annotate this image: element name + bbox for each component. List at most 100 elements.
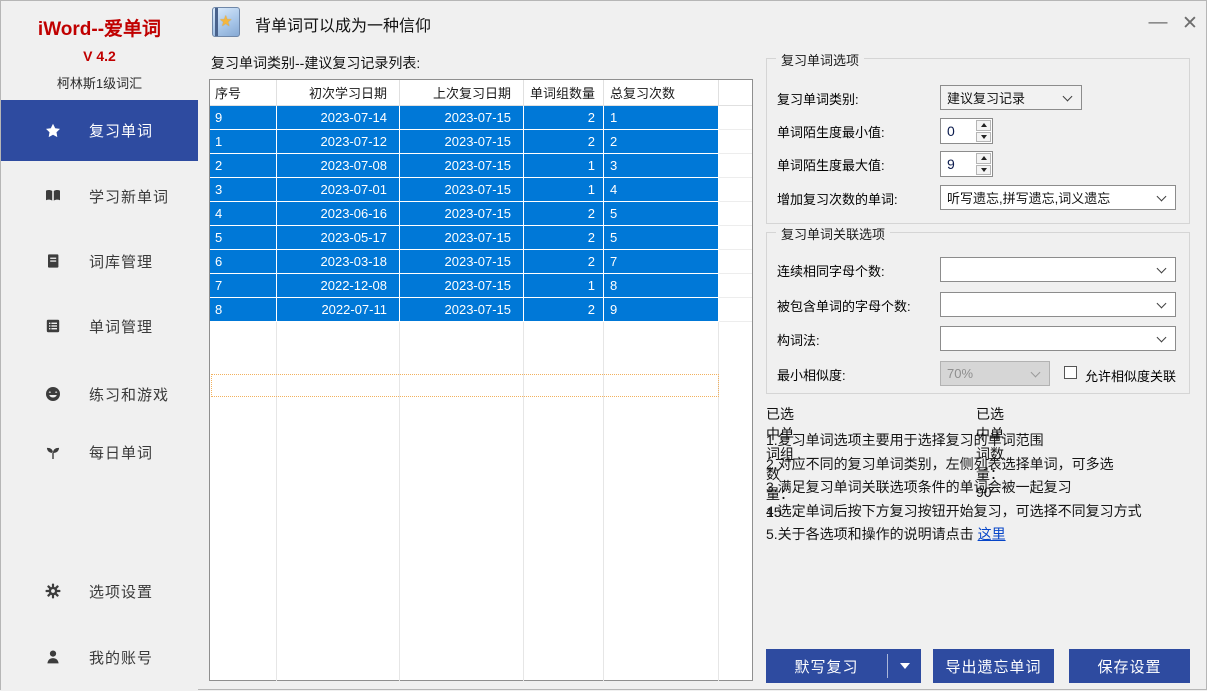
sidebar-item-label: 练习和游戏 <box>89 384 169 405</box>
column-header[interactable]: 序号 <box>210 80 277 105</box>
table-cell: 8 <box>210 298 277 322</box>
table-cell: 2 <box>524 106 604 130</box>
table-row[interactable]: 62023-03-182023-07-1527 <box>210 250 752 274</box>
gear-icon <box>45 583 61 599</box>
word-formation-combobox[interactable] <box>940 326 1176 351</box>
sidebar-item-6[interactable]: 每日单词 <box>1 430 198 474</box>
table-cell: 5 <box>210 226 277 250</box>
spin-up-icon[interactable] <box>976 153 991 164</box>
word-formation-label: 构词法: <box>777 330 820 349</box>
column-header[interactable]: 上次复习日期 <box>400 80 524 105</box>
min-unfamiliarity-stepper[interactable]: 0 <box>940 118 993 144</box>
table-cell: 2023-07-15 <box>400 274 524 298</box>
table-cell: 2023-07-15 <box>400 178 524 202</box>
table-cell: 2022-07-11 <box>277 298 400 322</box>
spin-down-icon[interactable] <box>976 165 991 176</box>
table-cell: 2 <box>524 298 604 322</box>
minimize-button[interactable]: — <box>1141 9 1175 37</box>
table-row[interactable]: 92023-07-142023-07-1521 <box>210 106 752 130</box>
column-header[interactable]: 初次学习日期 <box>277 80 400 105</box>
table-cell: 1 <box>524 178 604 202</box>
increase-reviews-combobox[interactable]: 听写遗忘,拼写遗忘,词义遗忘 <box>940 185 1176 210</box>
star-icon <box>45 123 61 139</box>
table-cell: 2 <box>524 226 604 250</box>
same-letters-combobox[interactable] <box>940 257 1176 282</box>
allow-similarity-checkbox[interactable] <box>1064 366 1077 379</box>
increase-reviews-value: 听写遗忘,拼写遗忘,词义遗忘 <box>941 188 1158 207</box>
review-mode-dropdown-arrow[interactable] <box>888 663 921 669</box>
sidebar-item-2[interactable]: 学习新单词 <box>1 174 198 218</box>
sidebar-item-label: 单词管理 <box>89 316 153 337</box>
sidebar-item-label: 词库管理 <box>89 251 153 272</box>
contained-letters-combobox[interactable] <box>940 292 1176 317</box>
spin-down-icon[interactable] <box>976 132 991 143</box>
column-header[interactable]: 单词组数量 <box>524 80 604 105</box>
min-unfamiliarity-value: 0 <box>941 119 975 143</box>
max-unfamiliarity-stepper[interactable]: 9 <box>940 151 993 177</box>
table-cell: 2 <box>524 250 604 274</box>
dictation-review-split-button[interactable]: 默写复习 <box>766 649 921 683</box>
table-cell: 2022-12-08 <box>277 274 400 298</box>
close-button[interactable]: ✕ <box>1173 9 1207 37</box>
table-cell: 7 <box>210 274 277 298</box>
table-cell: 8 <box>604 274 719 298</box>
table-cell: 2023-05-17 <box>277 226 400 250</box>
table-cell: 2 <box>524 202 604 226</box>
table-row[interactable]: 22023-07-082023-07-1513 <box>210 154 752 178</box>
sidebar-item-1[interactable]: 复习单词 <box>1 100 198 161</box>
table-cell: 2023-07-15 <box>400 130 524 154</box>
table-cell: 9 <box>210 106 277 130</box>
table-cell: 9 <box>604 298 719 322</box>
table-row[interactable]: 82022-07-112023-07-1529 <box>210 298 752 322</box>
min-similarity-combobox: 70% <box>940 361 1050 386</box>
table-row[interactable]: 12023-07-122023-07-1522 <box>210 130 752 154</box>
table-cell: 3 <box>604 154 719 178</box>
save-settings-button[interactable]: 保存设置 <box>1069 649 1190 683</box>
instruction-line: 3.满足复习单词关联选项条件的单词会被一起复习 <box>766 476 1198 500</box>
table-cell: 3 <box>210 178 277 202</box>
review-options-legend: 复习单词选项 <box>776 50 864 69</box>
help-link[interactable]: 这里 <box>978 526 1006 542</box>
table-cell-empty <box>719 202 752 226</box>
category-combobox[interactable]: 建议复习记录 <box>940 85 1082 110</box>
export-forgotten-button[interactable]: 导出遗忘单词 <box>933 649 1054 683</box>
table-cell: 2023-07-15 <box>400 154 524 178</box>
same-letters-label: 连续相同字母个数: <box>777 261 885 280</box>
brand-block: iWord--爱单词 V 4.2 柯林斯1级词汇 <box>1 14 198 92</box>
column-header[interactable]: 总复习次数 <box>604 80 719 105</box>
table-row[interactable]: 72022-12-082023-07-1518 <box>210 274 752 298</box>
table-cell: 2023-07-15 <box>400 250 524 274</box>
chevron-down-icon <box>1157 332 1167 342</box>
sidebar-item-3[interactable]: 词库管理 <box>1 239 198 283</box>
sprout-icon <box>45 444 61 460</box>
table-cell: 1 <box>524 154 604 178</box>
table-cell: 5 <box>604 226 719 250</box>
app-book-icon: ★ <box>212 7 240 37</box>
table-cell: 2023-07-15 <box>400 202 524 226</box>
open-book-icon <box>45 188 61 204</box>
chevron-down-icon <box>1031 367 1041 377</box>
list-title: 复习单词类别--建议复习记录列表: <box>211 53 420 73</box>
table-cell: 2023-07-15 <box>400 106 524 130</box>
sidebar-item-4[interactable]: 单词管理 <box>1 304 198 348</box>
app-slogan: 背单词可以成为一种信仰 <box>255 12 431 36</box>
sidebar-item-7[interactable]: 选项设置 <box>1 569 198 613</box>
table-cell: 2 <box>604 130 719 154</box>
review-record-table[interactable]: 序号初次学习日期上次复习日期单词组数量总复习次数 92023-07-142023… <box>209 79 753 681</box>
table-row[interactable]: 42023-06-162023-07-1525 <box>210 202 752 226</box>
table-row[interactable]: 52023-05-172023-07-1525 <box>210 226 752 250</box>
chevron-down-icon <box>1157 263 1167 273</box>
sidebar-item-label: 每日单词 <box>89 442 153 463</box>
dictation-review-label: 默写复习 <box>766 656 887 677</box>
table-row[interactable]: 32023-07-012023-07-1514 <box>210 178 752 202</box>
chevron-down-icon <box>1157 191 1167 201</box>
min-unfamiliarity-label: 单词陌生度最小值: <box>777 122 885 141</box>
table-empty-area <box>210 322 752 681</box>
category-value: 建议复习记录 <box>941 88 1064 107</box>
category-label: 复习单词类别: <box>777 89 859 108</box>
table-cell: 1 <box>524 274 604 298</box>
sidebar-item-5[interactable]: 练习和游戏 <box>1 372 198 416</box>
instruction-line: 5.关于各选项和操作的说明请点击 这里 <box>766 523 1198 547</box>
spin-up-icon[interactable] <box>976 120 991 131</box>
sidebar-item-8[interactable]: 我的账号 <box>1 635 198 679</box>
